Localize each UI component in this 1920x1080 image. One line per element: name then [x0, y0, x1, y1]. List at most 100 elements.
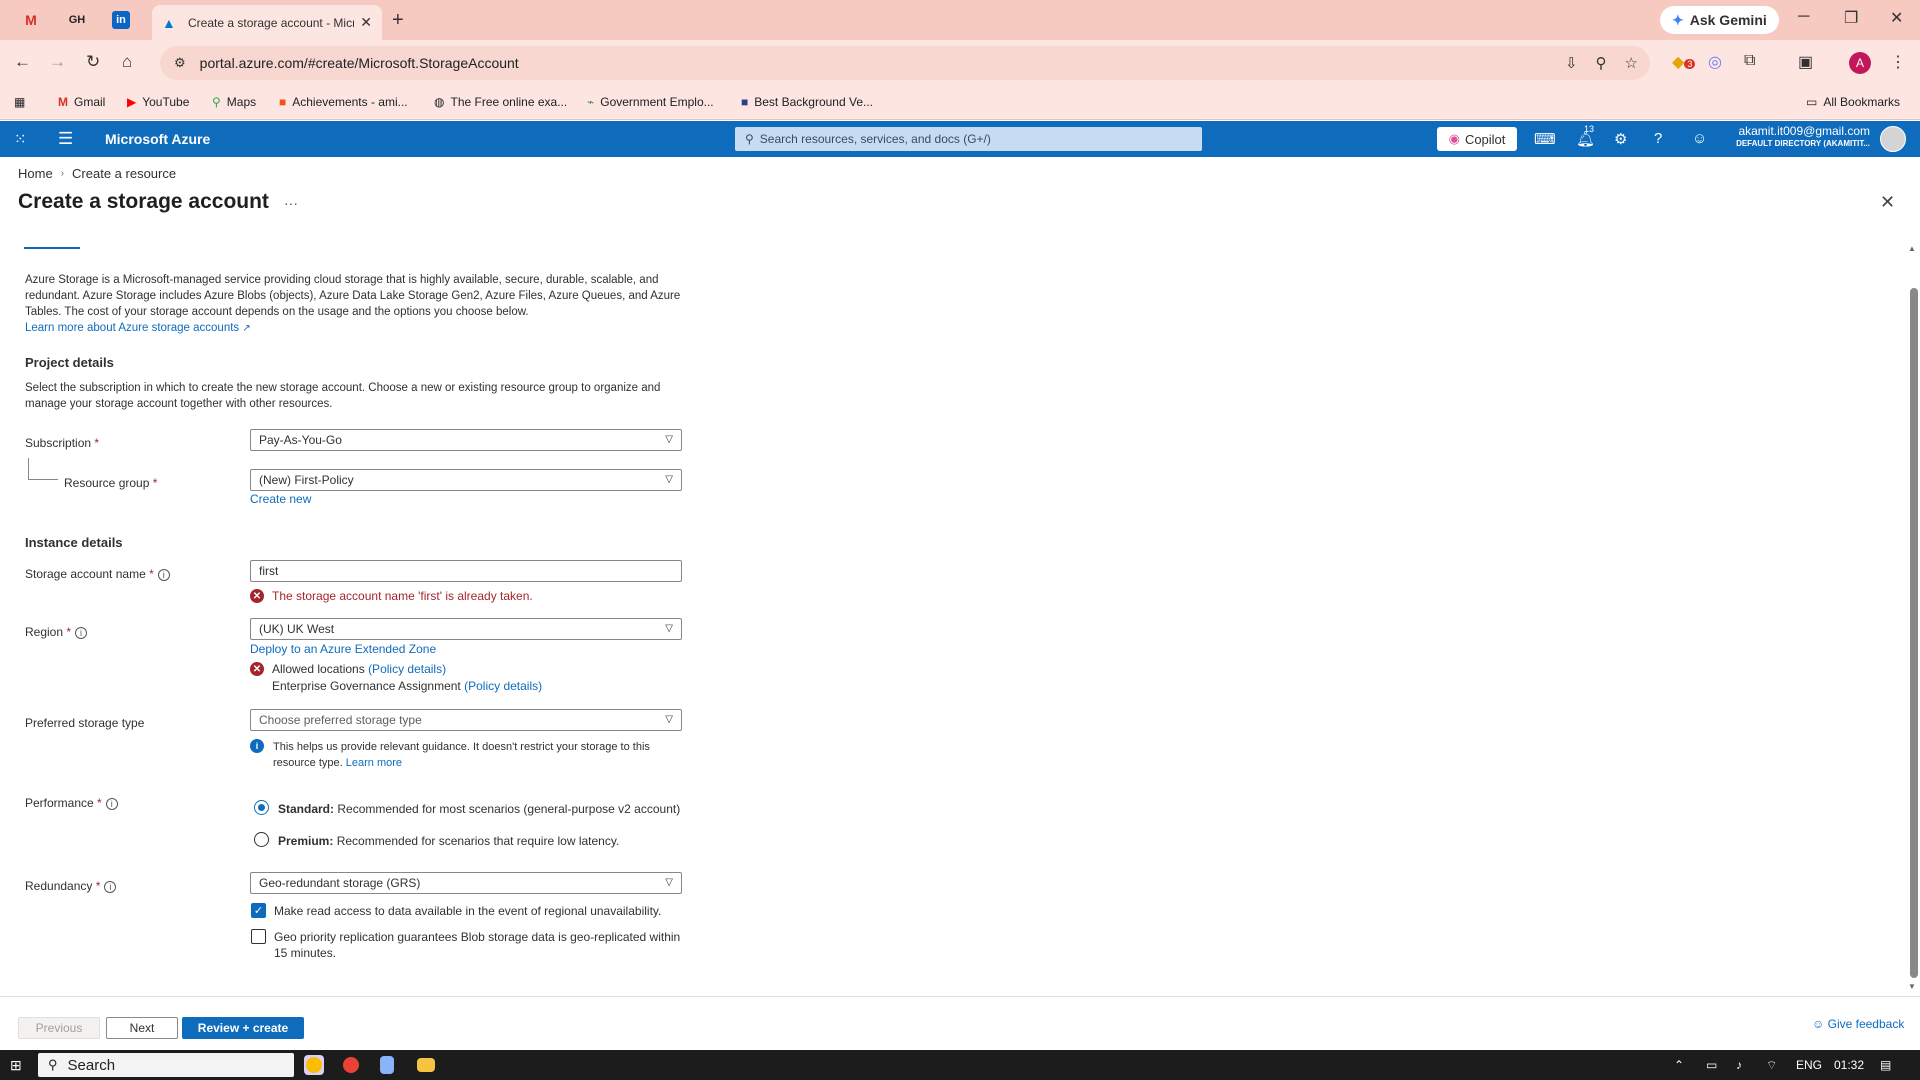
cloud-shell-icon[interactable]: ⌨	[1534, 130, 1556, 148]
notepad-taskbar-icon[interactable]	[380, 1056, 394, 1074]
active-tab[interactable]: ▲ Create a storage account - Microsoft A…	[152, 5, 382, 40]
chrome-taskbar-icon[interactable]	[306, 1057, 322, 1073]
azure-search-input[interactable]: ⚲ Search resources, services, and docs (…	[735, 127, 1202, 151]
bookmark-maps[interactable]: ⚲ Maps	[212, 95, 256, 109]
search-icon: ⚲	[745, 132, 754, 146]
azure-brand[interactable]: Microsoft Azure	[105, 131, 210, 147]
learn-more-storage-link[interactable]: Learn more about Azure storage accounts	[25, 322, 239, 334]
clock[interactable]: 01:32	[1834, 1058, 1864, 1072]
policy-details-link-2[interactable]: (Policy details)	[464, 679, 542, 693]
reload-icon[interactable]: ↻	[86, 52, 100, 72]
bookmark-background[interactable]: ■ Best Background Ve...	[741, 95, 873, 109]
bookmark-gmail[interactable]: M Gmail	[58, 95, 105, 109]
extension-icon[interactable]: ◆ 3	[1672, 52, 1696, 72]
bookmark-government[interactable]: ⌁ Government Emplo...	[587, 95, 714, 109]
language-indicator[interactable]: ENG	[1796, 1058, 1822, 1072]
region-dropdown[interactable]: (UK) UK West ▽	[250, 618, 682, 640]
linkedin-pinned-tab[interactable]: in	[112, 11, 130, 29]
copilot-button[interactable]: ◉ Copilot	[1437, 127, 1517, 151]
extended-zone-link[interactable]: Deploy to an Azure Extended Zone	[250, 642, 436, 656]
windows-start-icon[interactable]: ⊞	[10, 1057, 22, 1074]
apps-grid-icon[interactable]: ▦	[14, 95, 25, 109]
extension-badge: 3	[1684, 59, 1696, 69]
storage-type-info: This helps us provide relevant guidance.…	[273, 741, 650, 769]
url-field[interactable]: ⚙ portal.azure.com/#create/Microsoft.Sto…	[160, 46, 1650, 80]
breadcrumb-home[interactable]: Home	[18, 166, 53, 181]
file-explorer-taskbar-icon[interactable]	[417, 1058, 435, 1072]
volume-icon[interactable]: ♪	[1736, 1058, 1742, 1072]
close-tab-icon[interactable]: ✕	[360, 14, 372, 31]
breadcrumb: Home › Create a resource	[18, 166, 176, 181]
ai-extension-icon[interactable]: ◎	[1708, 52, 1722, 72]
waffle-icon[interactable]: ⁙	[14, 130, 27, 148]
url-text: portal.azure.com/#create/Microsoft.Stora…	[199, 55, 519, 71]
browser-menu-icon[interactable]: ⋮	[1890, 52, 1906, 72]
performance-premium-label[interactable]: Premium: Recommended for scenarios that …	[278, 834, 619, 848]
bookmark-star-icon[interactable]: ☆	[1625, 54, 1638, 72]
new-tab-icon[interactable]: +	[392, 9, 404, 32]
previous-button[interactable]: Previous	[18, 1017, 100, 1039]
learn-more-link[interactable]: Learn more	[346, 757, 402, 769]
user-account[interactable]: akamit.it009@gmail.com DEFAULT DIRECTORY…	[1726, 124, 1870, 148]
feedback-person-icon: ☺	[1812, 1017, 1825, 1031]
restore-icon[interactable]: ❐	[1844, 8, 1858, 28]
ask-gemini-button[interactable]: ✦ Ask Gemini	[1660, 6, 1779, 34]
breadcrumb-create-resource[interactable]: Create a resource	[72, 166, 176, 181]
close-blade-icon[interactable]: ✕	[1880, 192, 1895, 213]
redundancy-dropdown[interactable]: Geo-redundant storage (GRS) ▽	[250, 872, 682, 894]
settings-gear-icon[interactable]: ⚙	[1614, 130, 1627, 148]
review-create-button[interactable]: Review + create	[182, 1017, 304, 1039]
home-icon[interactable]: ⌂	[122, 52, 132, 72]
redundancy-label: Redundancy * i	[25, 879, 117, 893]
scrollbar-thumb[interactable]	[1910, 288, 1918, 978]
bookmark-achievements[interactable]: ■ Achievements - ami...	[279, 95, 408, 109]
info-icon: i	[157, 569, 170, 581]
minimize-icon[interactable]: ─	[1798, 8, 1809, 26]
region-label: Region * i	[25, 625, 88, 639]
zoom-icon[interactable]: ⚲	[1596, 54, 1607, 72]
performance-premium-radio[interactable]	[254, 832, 269, 847]
all-bookmarks[interactable]: ▭ All Bookmarks	[1806, 95, 1900, 109]
subscription-dropdown[interactable]: Pay-As-You-Go ▽	[250, 429, 682, 451]
hamburger-menu-icon[interactable]: ☰	[58, 129, 73, 149]
globe-icon: ◍	[434, 95, 445, 109]
more-options-icon[interactable]: ···	[284, 195, 298, 211]
external-link-icon: ↗	[242, 323, 251, 334]
user-avatar[interactable]	[1880, 126, 1906, 152]
back-icon[interactable]: ←	[14, 52, 31, 72]
policy-details-link-1[interactable]: (Policy details)	[368, 662, 446, 676]
scroll-up-icon[interactable]: ▲	[1908, 244, 1916, 253]
battery-icon[interactable]: ▭	[1706, 1058, 1717, 1072]
bookmark-youtube[interactable]: ▶ YouTube	[127, 95, 189, 109]
tray-chevron-up-icon[interactable]: ⌃	[1674, 1058, 1684, 1072]
resource-group-dropdown[interactable]: (New) First-Policy ▽	[250, 469, 682, 491]
taskbar-search[interactable]: ⚲ Search	[38, 1053, 294, 1077]
scroll-down-icon[interactable]: ▼	[1908, 982, 1916, 991]
github-pinned-tab[interactable]: GH	[66, 9, 88, 31]
feedback-icon[interactable]: ☺	[1692, 130, 1707, 147]
geo-priority-label[interactable]: Geo priority replication guarantees Blob…	[274, 929, 684, 961]
wifi-icon[interactable]: ⌔	[1766, 1058, 1777, 1073]
chrome-active-taskbar-icon[interactable]	[343, 1057, 359, 1073]
performance-standard-label[interactable]: Standard: Recommended for most scenarios…	[278, 802, 680, 816]
install-app-icon[interactable]: ⇩	[1565, 54, 1578, 72]
close-window-icon[interactable]: ✕	[1890, 8, 1903, 28]
read-access-label[interactable]: Make read access to data available in th…	[274, 903, 684, 919]
storage-type-dropdown[interactable]: Choose preferred storage type ▽	[250, 709, 682, 731]
performance-standard-radio[interactable]	[254, 800, 269, 815]
give-feedback-link[interactable]: ☺ Give feedback	[1812, 1017, 1904, 1031]
bookmark-free-online[interactable]: ◍ The Free online exa...	[434, 95, 567, 109]
side-panel-icon[interactable]: ▣	[1798, 52, 1813, 72]
profile-avatar[interactable]: A	[1849, 52, 1871, 74]
notification-center-icon[interactable]: ▤	[1880, 1058, 1891, 1072]
gmail-pinned-tab[interactable]: M	[20, 9, 42, 31]
storage-name-input[interactable]	[250, 560, 682, 582]
forward-icon[interactable]: →	[49, 52, 66, 72]
next-button[interactable]: Next	[106, 1017, 178, 1039]
help-icon[interactable]: ?	[1654, 130, 1662, 147]
site-info-icon[interactable]: ⚙	[174, 55, 186, 71]
create-new-link[interactable]: Create new	[250, 492, 311, 506]
geo-priority-checkbox[interactable]	[251, 929, 266, 944]
read-access-checkbox[interactable]: ✓	[251, 903, 266, 918]
extensions-puzzle-icon[interactable]: ⧉	[1744, 52, 1755, 70]
